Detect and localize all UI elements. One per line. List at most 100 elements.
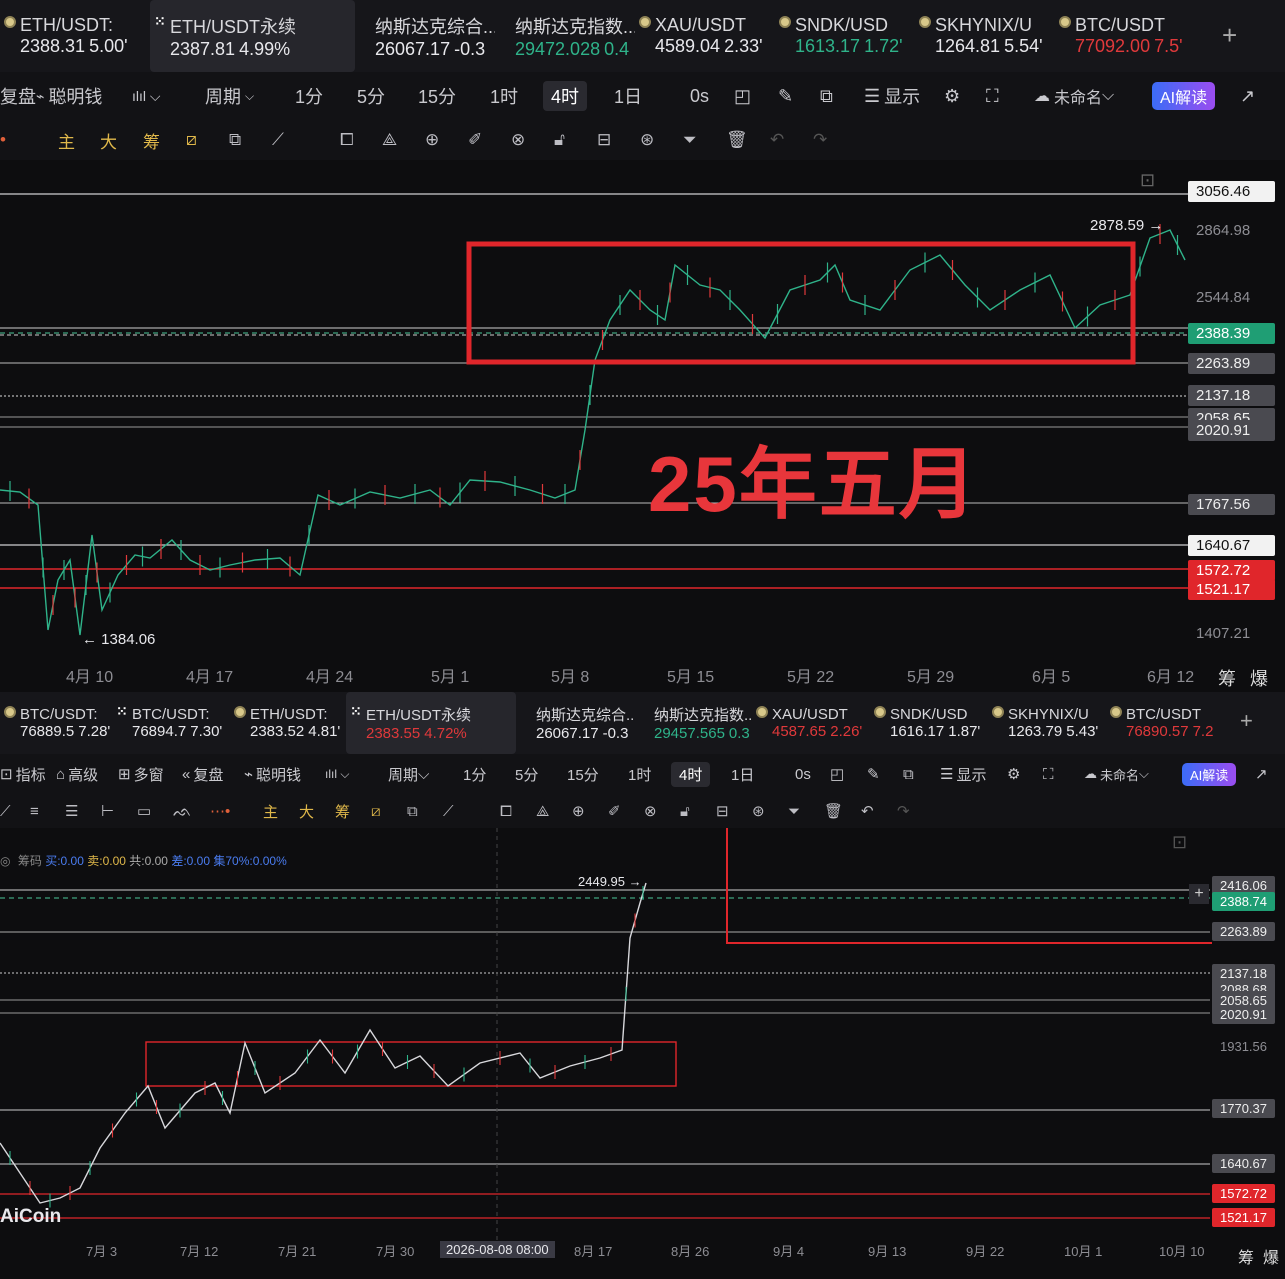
layout-name-dropdown[interactable]: ☁ 未命名 ⌵ [1034, 84, 1114, 108]
indicator-bars-icon[interactable]: ılıl ⌵ [325, 767, 349, 782]
template-icon[interactable]: ⊟ [597, 130, 611, 150]
magnet-icon[interactable]: ⊛ [640, 130, 654, 150]
chips-toggle[interactable]: 筹 [143, 128, 160, 153]
magic-line-icon[interactable]: ⟋ [272, 130, 284, 150]
dots-icon[interactable]: ⋯• [210, 802, 230, 820]
ticker-tab[interactable]: BTC/USDT 77092.00 7.5' [1055, 0, 1195, 72]
zoom-in-icon[interactable]: ⊕ [572, 802, 585, 820]
chart-expand-icon[interactable]: ⊡ [1140, 170, 1155, 191]
ticker-tab[interactable]: ⁙ BTC/USDT: 76894.7 7.30' [112, 692, 230, 754]
trash-icon[interactable]: 🗑︎ [824, 802, 843, 820]
share-box-icon[interactable]: ⧉ [820, 86, 833, 107]
magic-line-icon[interactable]: ⟋ [443, 803, 454, 820]
layout-name-dropdown[interactable]: ☁ 未命名 ⌵ [1084, 765, 1149, 784]
interval-1h[interactable]: 1时 [490, 83, 518, 109]
liquidation-corner-button[interactable]: 爆 [1250, 665, 1268, 691]
bottom-price-chart[interactable]: ◎ 筹码 买:0.00 卖:0.00 共:0.00 差:0.00 集70%:0.… [0, 828, 1285, 1279]
interval-4h[interactable]: 4时 [671, 761, 711, 787]
ai-interpret-button[interactable]: AI解读 [1182, 762, 1237, 786]
fullscreen-icon[interactable]: ⛶ [1043, 766, 1054, 783]
interval-15m[interactable]: 15分 [567, 764, 599, 785]
template-icon[interactable]: ⊟ [716, 802, 729, 820]
smart-money-button[interactable]: ⌁ 聪明钱 [244, 764, 301, 785]
add-tab-icon[interactable]: + [1240, 708, 1253, 734]
ticker-tab[interactable]: ⁙ ETH/USDT永续 2387.81 4.99% [150, 0, 355, 72]
ticker-tab[interactable]: ETH/USDT: 2388.31 5.00' [0, 0, 150, 72]
display-button[interactable]: ☰ 显示 [940, 764, 986, 785]
fullscreen-icon[interactable]: ⛶ [986, 86, 999, 107]
interval-5m[interactable]: 5分 [515, 764, 538, 785]
magnet-icon[interactable]: ⊛ [752, 802, 765, 820]
ticker-tab[interactable]: BTC/USDT: 76889.5 7.28' [0, 692, 112, 754]
filter-icon[interactable]: ⏷ [683, 130, 697, 150]
chips-toggle[interactable]: 筹 [335, 801, 350, 822]
ticker-tab[interactable]: 纳斯达克指数... 29457.565 0.3 [634, 692, 752, 754]
undo-icon[interactable]: ↶ [770, 130, 784, 150]
share-icon[interactable]: ↗ [1240, 86, 1255, 107]
chips-corner-button[interactable]: 筹 [1238, 1244, 1254, 1268]
undo-icon[interactable]: ↶ [861, 802, 874, 820]
ticker-tab[interactable]: SNDK/USD 1613.17 1.72' [775, 0, 915, 72]
pencil-icon[interactable]: ✎ [867, 765, 880, 783]
bookmark-icon[interactable]: ⧠ [500, 803, 512, 820]
eye-icon[interactable]: ◎ [0, 854, 10, 868]
advanced-button[interactable]: ⌂ 高级 [56, 764, 98, 785]
chips-corner-button[interactable]: 筹 [1218, 665, 1236, 691]
filter-icon[interactable]: ⏷ [788, 803, 800, 820]
ruler-icon[interactable]: ⟁ [382, 130, 397, 150]
countdown-label[interactable]: 0s [795, 766, 811, 783]
display-button[interactable]: ☰ 显示 [864, 83, 920, 109]
ticker-tab[interactable]: XAU/USDT 4589.04 2.33' [635, 0, 775, 72]
parallel-lines-icon[interactable]: ≡ [30, 803, 39, 820]
redo-icon[interactable]: ↷ [813, 130, 827, 150]
multi-window-button[interactable]: ⊞ 多窗 [118, 764, 164, 785]
rectangle-icon[interactable]: ▭ [137, 802, 151, 820]
main-chart-toggle[interactable]: 主 [263, 801, 278, 822]
bookmark-icon[interactable]: ⧠ [340, 130, 354, 150]
pencil-icon[interactable]: ✎ [778, 86, 793, 107]
large-order-toggle[interactable]: 大 [100, 128, 117, 153]
eraser-icon[interactable]: ✐ [608, 802, 621, 820]
indicator-bars-icon[interactable]: ılıl ⌵ [132, 88, 161, 105]
countdown-label[interactable]: 0s [690, 86, 709, 107]
hide-drawings-icon[interactable]: ⊗ [644, 802, 657, 820]
ticker-tab[interactable]: SKHYNIX/U 1263.79 5.43' [988, 692, 1106, 754]
trend-icon[interactable]: ⧄ [371, 803, 381, 820]
replay-button[interactable]: «复盘 [182, 764, 223, 785]
line-tool-icon[interactable]: ⟋ [0, 803, 11, 820]
ticker-tab[interactable]: SNDK/USD 1616.17 1.87' [870, 692, 988, 754]
trash-icon[interactable]: 🗑︎ [726, 130, 748, 150]
lock-icon[interactable]: 🔓︎ [680, 803, 690, 820]
interval-1m[interactable]: 1分 [463, 764, 486, 785]
interval-4h[interactable]: 4时 [543, 81, 588, 111]
ticker-tab[interactable]: 纳斯达克指数... 29472.028 0.4 [495, 0, 635, 72]
smart-money-button[interactable]: ⌁ 聪明钱 [36, 83, 102, 109]
eraser-icon[interactable]: ✐ [468, 130, 482, 150]
liquidation-corner-button[interactable]: 爆 [1263, 1244, 1279, 1268]
large-order-toggle[interactable]: 大 [299, 801, 314, 822]
ticker-tab[interactable]: ETH/USDT: 2383.52 4.81' [230, 692, 346, 754]
lock-icon[interactable]: 🔓︎ [554, 130, 565, 150]
hide-drawings-icon[interactable]: ⊗ [511, 130, 525, 150]
ruler-icon[interactable]: ⟁ [536, 803, 549, 820]
settings-icon[interactable]: ⚙ [1007, 765, 1020, 783]
horizontal-line-icon[interactable]: ⊢ [101, 802, 114, 820]
ai-interpret-button[interactable]: AI解读 [1152, 82, 1216, 110]
period-dropdown[interactable]: 周期 ⌵ [205, 83, 254, 109]
trend-icon[interactable]: ⧄ [186, 130, 197, 150]
share-box-icon[interactable]: ⧉ [903, 766, 914, 783]
settings-icon[interactable]: ⚙ [944, 86, 960, 107]
indicator-button[interactable]: ⊡ 指标 [0, 764, 46, 785]
pattern-icon[interactable]: ᨒ [173, 803, 192, 820]
period-dropdown[interactable]: 周期 ⌵ [388, 764, 429, 785]
interval-1d[interactable]: 1日 [731, 764, 754, 785]
ticker-tab[interactable]: SKHYNIX/U 1264.81 5.54' [915, 0, 1055, 72]
redo-icon[interactable]: ↷ [897, 802, 910, 820]
camera-icon[interactable]: ◰ [734, 86, 751, 107]
interval-1m[interactable]: 1分 [295, 83, 323, 109]
ticker-tab[interactable]: ⁙ ETH/USDT永续 2383.55 4.72% [346, 692, 516, 754]
share-icon[interactable]: ↗ [1255, 765, 1268, 783]
swap-icon[interactable]: ⧉ [407, 803, 418, 820]
crosshair-plus-icon[interactable]: + [1189, 884, 1209, 904]
add-tab-icon[interactable]: + [1222, 20, 1237, 51]
